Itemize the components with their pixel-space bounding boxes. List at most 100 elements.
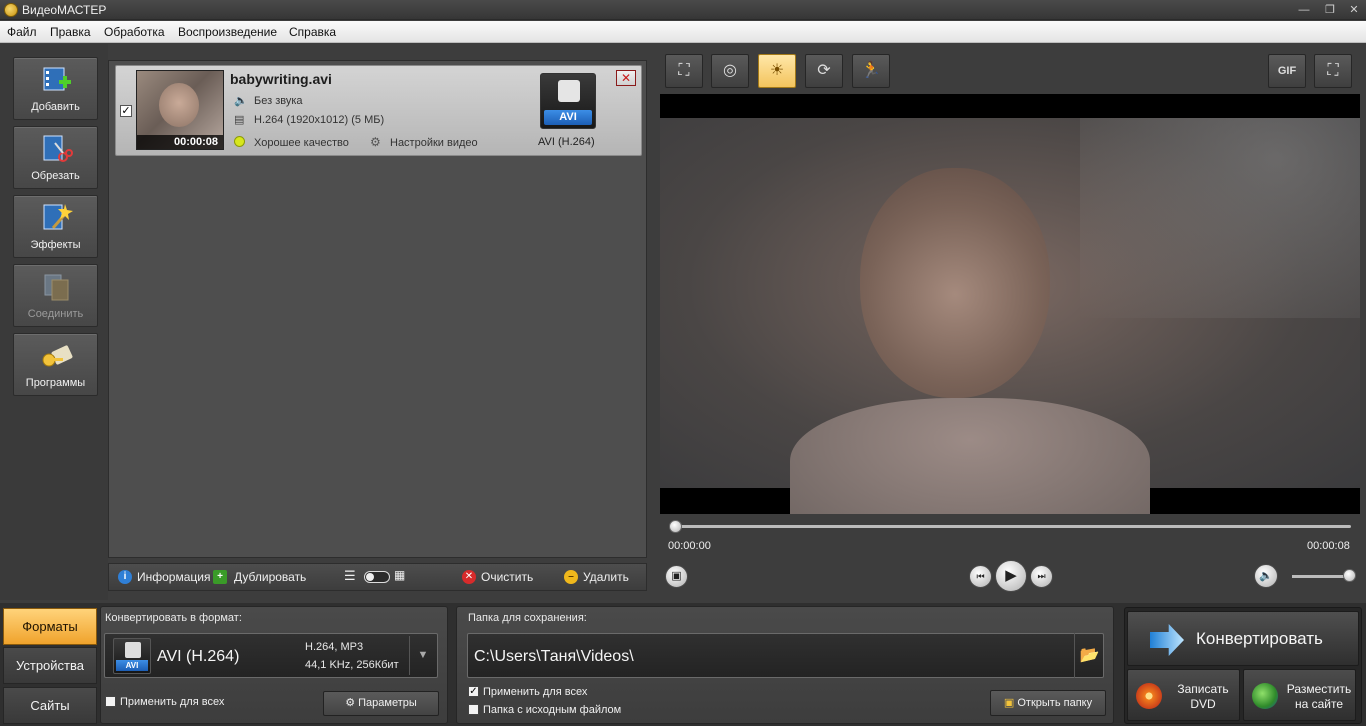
apply-all-format-checkbox[interactable] xyxy=(105,696,116,707)
programs-keys-icon xyxy=(42,345,73,367)
folder-icon: ▣ xyxy=(1003,697,1018,709)
timeline-handle[interactable] xyxy=(669,520,682,533)
menu-edit[interactable]: Правка xyxy=(50,25,91,39)
delete-button[interactable]: Удалить xyxy=(583,570,629,584)
add-button[interactable]: Добавить xyxy=(13,57,98,120)
file-video-info: H.264 (1920x1012) (5 МБ) xyxy=(254,114,385,126)
menu-playback[interactable]: Воспроизведение xyxy=(178,25,277,39)
speed-button[interactable]: 🏃 xyxy=(852,54,890,88)
output-folder-input[interactable]: C:\Users\Таня\Videos\ xyxy=(467,633,1104,678)
menu-processing[interactable]: Обработка xyxy=(104,25,165,39)
dvd-disc-icon xyxy=(1136,683,1162,709)
convert-arrow-icon xyxy=(1150,624,1184,656)
tab-devices[interactable]: Устройства xyxy=(3,647,97,684)
file-actions-bar: i Информация + Дублировать ☰ ▦ ✕ Очистит… xyxy=(108,563,647,591)
close-window-button[interactable]: ✕ xyxy=(1343,2,1365,18)
brightness-button[interactable]: ☀ xyxy=(758,54,796,88)
tab-formats[interactable]: Форматы xyxy=(3,608,97,645)
app-logo-icon xyxy=(4,3,18,17)
current-time: 00:00:00 xyxy=(668,540,711,552)
duplicate-button[interactable]: Дублировать xyxy=(234,570,306,584)
fullscreen-icon: ⛶ xyxy=(1327,62,1339,79)
format-select[interactable]: AVI AVI (H.264) H.264, MP3 44,1 KHz, 256… xyxy=(104,633,438,678)
file-thumbnail[interactable]: 00:00:08 xyxy=(136,70,224,150)
apply-all-folder-checkbox[interactable]: ✓ xyxy=(468,686,479,697)
crop-icon: ⛶ xyxy=(678,62,690,79)
join-film-icon xyxy=(44,274,69,301)
file-item[interactable]: ✓ 00:00:08 babywriting.avi 🔈 Без звука ▤… xyxy=(115,65,642,156)
list-view-icon[interactable]: ☰ xyxy=(344,568,356,584)
file-quality[interactable]: Хорошее качество xyxy=(254,137,349,149)
film-icon: ▤ xyxy=(234,114,245,126)
publish-site-button[interactable]: Разместить на сайте xyxy=(1243,669,1356,721)
brightness-icon: ☀ xyxy=(769,62,785,79)
effects-button[interactable]: Эффекты xyxy=(13,195,98,258)
globe-upload-icon xyxy=(1252,683,1278,709)
video-settings-link[interactable]: Настройки видео xyxy=(390,137,478,149)
effects-wand-icon xyxy=(43,204,73,230)
minimize-button[interactable]: — xyxy=(1293,2,1315,18)
open-folder-label: Открыть папку xyxy=(1017,697,1093,709)
fullscreen-button[interactable]: ⛶ xyxy=(1314,54,1352,88)
publish-label: Разместить xyxy=(1286,682,1352,696)
output-folder-path: C:\Users\Таня\Videos\ xyxy=(474,648,634,665)
crop-button[interactable]: ⛶ xyxy=(665,54,703,88)
format-codec: H.264, MP3 xyxy=(305,641,364,653)
browse-folder-button[interactable]: 📂 xyxy=(1074,633,1104,678)
gear-icon: ⚙ xyxy=(370,135,381,149)
duplicate-icon: + xyxy=(213,570,227,584)
stabilize-button[interactable]: ◎ xyxy=(711,54,749,88)
tab-sites[interactable]: Сайты xyxy=(3,687,97,724)
previous-button[interactable]: ⏮ xyxy=(969,565,992,588)
file-name: babywriting.avi xyxy=(230,71,332,87)
burn-dvd-button[interactable]: Записать DVD xyxy=(1127,669,1240,721)
clear-button[interactable]: Очистить xyxy=(481,570,533,584)
timeline-slider[interactable] xyxy=(675,525,1351,528)
open-folder-button[interactable]: ▣ Открыть папку xyxy=(990,690,1106,716)
restore-button[interactable]: ❐ xyxy=(1319,2,1341,18)
camera-icon xyxy=(125,642,141,658)
parameters-button[interactable]: ⚙ Параметры xyxy=(323,691,439,716)
quality-icon xyxy=(234,136,245,147)
menu-file[interactable]: Файл xyxy=(7,25,37,39)
view-toggle[interactable] xyxy=(364,571,390,583)
volume-handle[interactable] xyxy=(1343,569,1356,582)
format-badge-label: AVI xyxy=(544,110,592,125)
preview-toolbar: ⛶ ◎ ☀ ⟳ 🏃 GIF ⛶ xyxy=(658,48,1366,94)
programs-button[interactable]: Программы xyxy=(13,333,98,396)
mute-button[interactable]: 🔈 xyxy=(1254,564,1278,588)
video-frame xyxy=(660,118,1360,514)
source-folder-label: Папка с исходным файлом xyxy=(483,704,622,716)
source-folder-checkbox[interactable] xyxy=(468,704,479,715)
file-checkbox[interactable]: ✓ xyxy=(120,105,132,117)
skip-forward-icon: ⏭ xyxy=(1037,571,1046,581)
next-button[interactable]: ⏭ xyxy=(1030,565,1053,588)
add-video-icon xyxy=(43,67,71,91)
gif-button[interactable]: GIF xyxy=(1268,54,1306,88)
output-format-badge[interactable]: AVI xyxy=(540,73,596,129)
format-icon: AVI xyxy=(113,638,151,674)
menu-bar: Файл Правка Обработка Воспроизведение Сп… xyxy=(0,21,1366,43)
rotate-button[interactable]: ⟳ xyxy=(805,54,843,88)
play-button[interactable]: ▶ xyxy=(995,560,1027,592)
format-name: AVI (H.264) xyxy=(157,648,240,665)
info-button[interactable]: Информация xyxy=(137,570,210,584)
convert-label: Конвертировать xyxy=(1196,629,1323,648)
convert-button[interactable]: Конвертировать xyxy=(1127,611,1359,666)
speaker-icon: 🔈 xyxy=(234,95,248,107)
chevron-down-icon[interactable]: ▼ xyxy=(409,636,436,675)
burn-dvd-label: Записать xyxy=(1177,682,1229,696)
remove-file-button[interactable]: ✕ xyxy=(616,70,636,86)
thumbnail-image xyxy=(159,83,199,127)
video-preview[interactable] xyxy=(660,94,1360,514)
folder-icon: 📂 xyxy=(1079,647,1100,664)
menu-help[interactable]: Справка xyxy=(289,25,336,39)
snapshot-button[interactable]: ▣ xyxy=(665,565,688,588)
trim-button-label: Обрезать xyxy=(31,170,80,182)
file-audio-info: Без звука xyxy=(254,95,303,107)
join-button[interactable]: Соединить xyxy=(13,264,98,327)
trim-button[interactable]: Обрезать xyxy=(13,126,98,189)
rotate-icon: ⟳ xyxy=(817,62,831,79)
grid-view-icon[interactable]: ▦ xyxy=(394,568,405,582)
total-time: 00:00:08 xyxy=(1307,540,1350,552)
